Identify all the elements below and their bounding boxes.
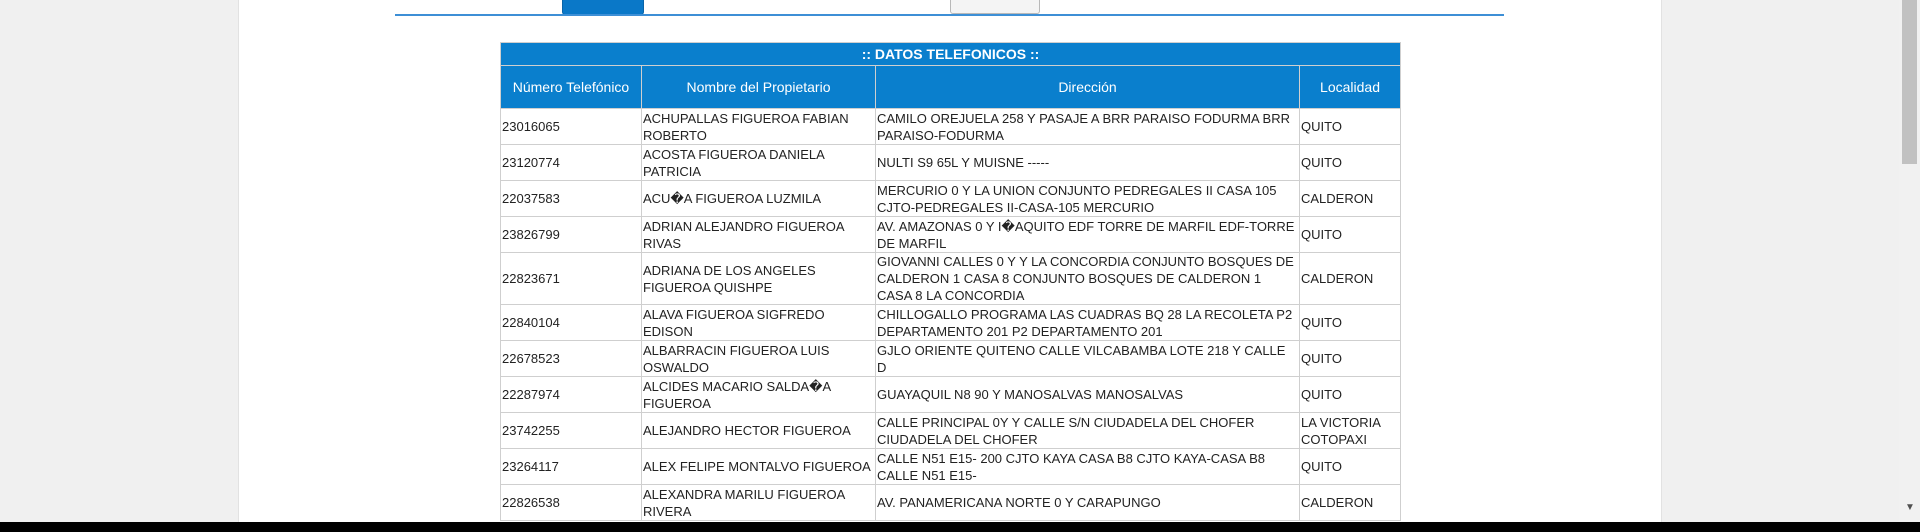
secondary-button[interactable] — [950, 0, 1040, 14]
cell-numero: 22826538 — [500, 484, 642, 521]
cell-localidad: CALDERON — [1298, 484, 1402, 521]
cell-nombre: ALEXANDRA MARILU FIGUEROA RIVERA — [641, 484, 876, 521]
cell-numero: 22287974 — [500, 376, 642, 413]
table-caption: :: DATOS TELEFONICOS :: — [499, 42, 1402, 66]
cell-direccion: GJLO ORIENTE QUITENO CALLE VILCABAMBA LO… — [875, 340, 1300, 377]
primary-button[interactable] — [562, 0, 644, 15]
column-header-localidad: Localidad — [1298, 65, 1402, 109]
cell-localidad: LA VICTORIA COTOPAXI — [1298, 412, 1402, 449]
table-row: 23826799 ADRIAN ALEJANDRO FIGUEROA RIVAS… — [500, 216, 1402, 253]
cell-nombre: ADRIANA DE LOS ANGELES FIGUEROA QUISHPE — [641, 252, 876, 305]
table-row: 23264117 ALEX FELIPE MONTALVO FIGUEROA C… — [500, 448, 1402, 485]
vertical-scrollbar[interactable]: ▼ — [1899, 0, 1920, 522]
cell-localidad: QUITO — [1298, 144, 1402, 181]
cell-localidad: CALDERON — [1298, 252, 1402, 305]
cell-nombre: ALEJANDRO HECTOR FIGUEROA — [641, 412, 876, 449]
table-row: 23120774 ACOSTA FIGUEROA DANIELA PATRICI… — [500, 144, 1402, 181]
cell-localidad: QUITO — [1298, 108, 1402, 145]
column-header-nombre: Nombre del Propietario — [641, 65, 876, 109]
cell-direccion: AV. AMAZONAS 0 Y I�AQUITO EDF TORRE DE M… — [875, 216, 1300, 253]
cell-localidad: CALDERON — [1298, 180, 1402, 217]
cell-numero: 23264117 — [500, 448, 642, 485]
taskbar-strip — [0, 522, 1920, 532]
cell-localidad: QUITO — [1298, 340, 1402, 377]
table-row: 22840104 ALAVA FIGUEROA SIGFREDO EDISON … — [500, 304, 1402, 341]
cell-direccion: MERCURIO 0 Y LA UNION CONJUNTO PEDREGALE… — [875, 180, 1300, 217]
column-header-direccion: Dirección — [875, 65, 1300, 109]
cell-numero: 23016065 — [500, 108, 642, 145]
table-row: 23016065 ACHUPALLAS FIGUEROA FABIAN ROBE… — [500, 108, 1402, 145]
scrollbar-thumb[interactable] — [1902, 0, 1917, 164]
table-row: 22823671 ADRIANA DE LOS ANGELES FIGUEROA… — [500, 252, 1402, 305]
table-row: 22826538 ALEXANDRA MARILU FIGUEROA RIVER… — [500, 484, 1402, 521]
cell-direccion: NULTI S9 65L Y MUISNE ----- — [875, 144, 1300, 181]
cell-direccion: CALLE N51 E15- 200 CJTO KAYA CASA B8 CJT… — [875, 448, 1300, 485]
table-row: 22037583 ACU�A FIGUEROA LUZMILA MERCURIO… — [500, 180, 1402, 217]
cell-direccion: CALLE PRINCIPAL 0Y Y CALLE S/N CIUDADELA… — [875, 412, 1300, 449]
divider — [395, 14, 1504, 16]
cell-numero: 22840104 — [500, 304, 642, 341]
cell-localidad: QUITO — [1298, 376, 1402, 413]
phone-data-table: :: DATOS TELEFONICOS :: Número Telefónic… — [499, 42, 1402, 521]
cell-numero: 23826799 — [500, 216, 642, 253]
cell-nombre: ACHUPALLAS FIGUEROA FABIAN ROBERTO — [641, 108, 876, 145]
cell-nombre: ALEX FELIPE MONTALVO FIGUEROA — [641, 448, 876, 485]
cell-localidad: QUITO — [1298, 448, 1402, 485]
cell-localidad: QUITO — [1298, 304, 1402, 341]
table-row: 23742255 ALEJANDRO HECTOR FIGUEROA CALLE… — [500, 412, 1402, 449]
scroll-down-arrow-icon[interactable]: ▼ — [1904, 502, 1916, 514]
table-row: 22678523 ALBARRACIN FIGUEROA LUIS OSWALD… — [500, 340, 1402, 377]
table-row: 22287974 ALCIDES MACARIO SALDA�A FIGUERO… — [500, 376, 1402, 413]
cell-direccion: GIOVANNI CALLES 0 Y Y LA CONCORDIA CONJU… — [875, 252, 1300, 305]
cell-numero: 23120774 — [500, 144, 642, 181]
column-header-numero: Número Telefónico — [500, 65, 642, 109]
cell-numero: 22823671 — [500, 252, 642, 305]
cell-nombre: ACOSTA FIGUEROA DANIELA PATRICIA — [641, 144, 876, 181]
cell-localidad: QUITO — [1298, 216, 1402, 253]
page-container: :: DATOS TELEFONICOS :: Número Telefónic… — [238, 0, 1662, 522]
cell-nombre: ACU�A FIGUEROA LUZMILA — [641, 180, 876, 217]
cell-numero: 22678523 — [500, 340, 642, 377]
cell-numero: 23742255 — [500, 412, 642, 449]
cell-nombre: ALBARRACIN FIGUEROA LUIS OSWALDO — [641, 340, 876, 377]
cell-nombre: ALAVA FIGUEROA SIGFREDO EDISON — [641, 304, 876, 341]
cell-direccion: CAMILO OREJUELA 258 Y PASAJE A BRR PARAI… — [875, 108, 1300, 145]
cell-direccion: AV. PANAMERICANA NORTE 0 Y CARAPUNGO — [875, 484, 1300, 521]
cell-nombre: ADRIAN ALEJANDRO FIGUEROA RIVAS — [641, 216, 876, 253]
cell-direccion: CHILLOGALLO PROGRAMA LAS CUADRAS BQ 28 L… — [875, 304, 1300, 341]
cell-numero: 22037583 — [500, 180, 642, 217]
cell-nombre: ALCIDES MACARIO SALDA�A FIGUEROA — [641, 376, 876, 413]
cell-direccion: GUAYAQUIL N8 90 Y MANOSALVAS MANOSALVAS — [875, 376, 1300, 413]
